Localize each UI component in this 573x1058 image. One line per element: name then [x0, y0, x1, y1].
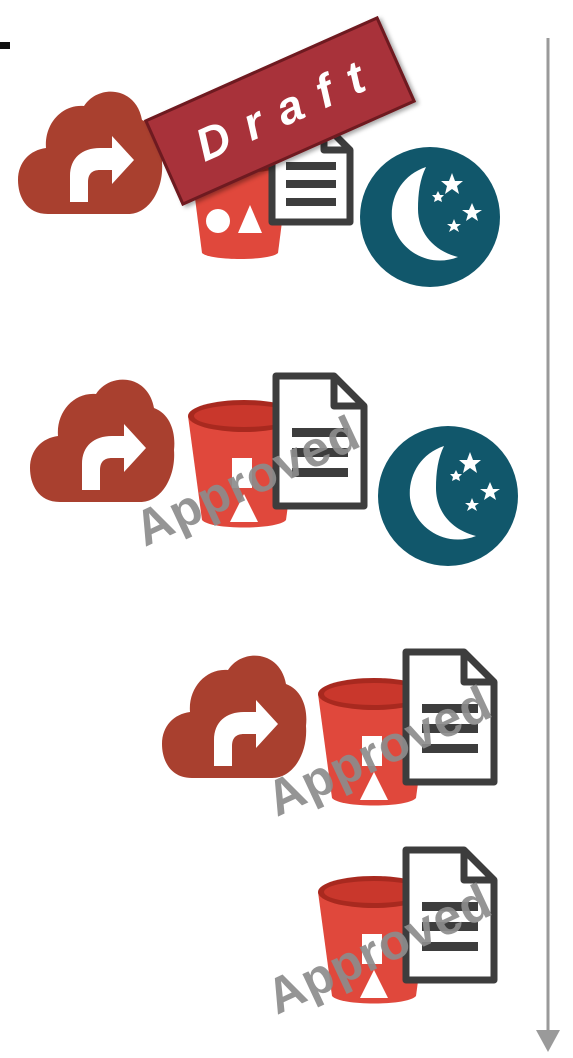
diagram-canvas: Draft Approved Approved Approved	[0, 0, 573, 1058]
stage-approved-3: Approved	[0, 0, 573, 1058]
